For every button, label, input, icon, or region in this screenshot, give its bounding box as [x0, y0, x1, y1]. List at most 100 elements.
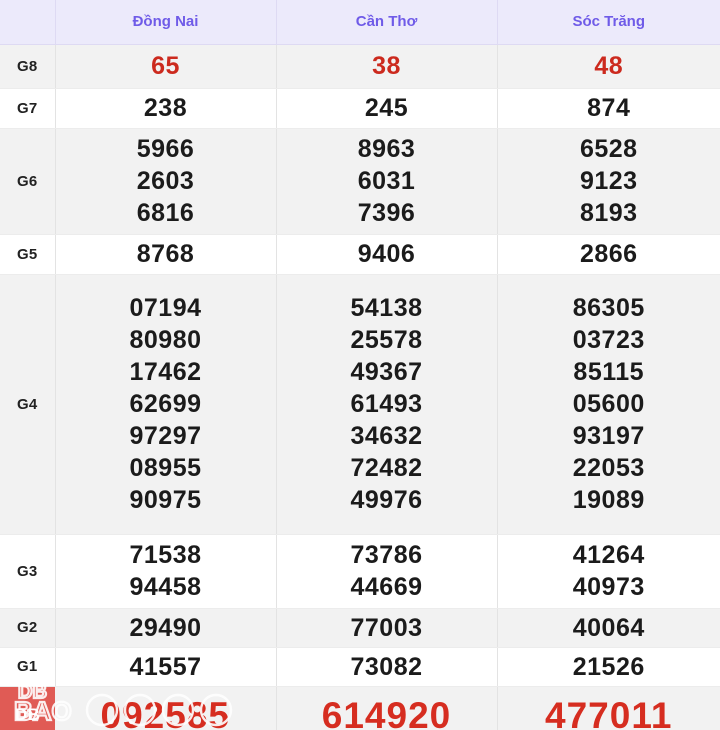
- prize-number: 29490: [129, 613, 202, 642]
- prize-number: 41264: [572, 541, 645, 569]
- prize-number: 9123: [579, 167, 638, 195]
- prize-label-g5: G5: [0, 234, 56, 275]
- prize-number: 6528: [579, 135, 638, 163]
- prize-number: 2866: [579, 240, 638, 268]
- table-row: DB 092585 614920 477011: [0, 686, 720, 730]
- prize-number: 08955: [129, 454, 202, 482]
- prize-number: 94458: [129, 573, 202, 601]
- table-header: Đồng Nai Cần Thơ Sóc Trăng: [0, 0, 720, 45]
- header-province-soc-trang[interactable]: Sóc Trăng: [497, 0, 720, 45]
- prize-numbers-g2-col1: 29490: [55, 608, 277, 648]
- prize-number: 25578: [350, 326, 423, 354]
- prize-number: 61493: [350, 390, 423, 418]
- prize-numbers-db-col3: 477011: [497, 686, 720, 730]
- prize-numbers-g2-col3: 40064: [497, 608, 720, 648]
- prize-number: 48: [594, 52, 624, 80]
- prize-numbers-g4-col1: 07194 80980 17462 62699 97297 08955 90975: [55, 274, 277, 535]
- prize-numbers-g7-col3: 874: [497, 88, 720, 129]
- prize-number: 72482: [350, 454, 423, 482]
- prize-number: 8768: [136, 240, 195, 268]
- prize-numbers-g2-col2: 77003: [276, 608, 498, 648]
- table-row: G4 07194 80980 17462 62699 97297 08955 90975 541…: [0, 274, 720, 535]
- prize-number: 22053: [572, 454, 645, 482]
- header-prize-column: [0, 0, 56, 45]
- prize-numbers-g6-col3: 6528 9123 8193: [497, 128, 720, 235]
- prize-number: 62699: [129, 390, 202, 418]
- prize-numbers-db-col1: 092585: [55, 686, 277, 730]
- prize-number: 80980: [129, 326, 202, 354]
- prize-number: 49976: [350, 486, 423, 514]
- prize-number: 092585: [100, 694, 230, 730]
- prize-number: 6816: [136, 199, 195, 227]
- prize-numbers-g7-col1: 238: [55, 88, 277, 129]
- prize-numbers-g3-col1: 71538 94458: [55, 534, 277, 609]
- prize-number: 874: [587, 94, 631, 122]
- prize-numbers-g8-col2: 38: [276, 44, 498, 89]
- prize-number: 97297: [129, 422, 202, 450]
- prize-number: 5966: [136, 135, 195, 163]
- prize-number: 77003: [350, 613, 423, 642]
- prize-numbers-db-col2: 614920: [276, 686, 498, 730]
- table-row: G5 8768 9406 2866: [0, 234, 720, 275]
- prize-number: 07194: [129, 294, 202, 322]
- table-row: G1 41557 73082 21526: [0, 647, 720, 687]
- prize-numbers-g5-col3: 2866: [497, 234, 720, 275]
- prize-number: 477011: [545, 694, 673, 730]
- prize-numbers-g3-col2: 73786 44669: [276, 534, 498, 609]
- table-row: G6 5966 2603 6816 8963 6031 7396 6528 9123 8193: [0, 128, 720, 235]
- prize-number: 54138: [350, 294, 423, 322]
- table-row: G8 65 38 48: [0, 44, 720, 89]
- prize-label-g4: G4: [0, 274, 56, 535]
- prize-number: 85115: [573, 358, 645, 386]
- prize-number: 71538: [129, 541, 202, 569]
- prize-number: 40064: [572, 613, 645, 642]
- prize-label-g6: G6: [0, 128, 56, 235]
- prize-number: 93197: [572, 422, 645, 450]
- prize-numbers-g6-col2: 8963 6031 7396: [276, 128, 498, 235]
- prize-numbers-g1-col2: 73082: [276, 647, 498, 687]
- prize-number: 8963: [357, 135, 416, 163]
- prize-numbers-g5-col1: 8768: [55, 234, 277, 275]
- prize-number: 34632: [350, 422, 423, 450]
- prize-number: 86305: [572, 294, 645, 322]
- prize-number: 40973: [572, 573, 645, 601]
- table-row: G3 71538 94458 73786 44669 41264 40973: [0, 534, 720, 609]
- prize-number: 05600: [572, 390, 645, 418]
- prize-number: 238: [143, 94, 188, 122]
- header-province-can-tho[interactable]: Cần Thơ: [276, 0, 498, 45]
- prize-label-g3: G3: [0, 534, 56, 609]
- prize-number: 8193: [579, 199, 638, 227]
- prize-number: 38: [372, 52, 401, 80]
- table-body: G8 65 38 48 G7 238 245 874 G6 5966 2603 6816 8963 603…: [0, 44, 720, 730]
- prize-number: 6031: [357, 167, 416, 195]
- prize-numbers-g4-col2: 54138 25578 49367 61493 34632 72482 49976: [276, 274, 498, 535]
- prize-number: 9406: [357, 240, 416, 268]
- table-row: G7 238 245 874: [0, 88, 720, 129]
- lottery-results-table: Đồng Nai Cần Thơ Sóc Trăng G8 65 38 48 G7 238…: [0, 0, 720, 730]
- prize-label-g1: G1: [0, 647, 56, 687]
- prize-number: 73082: [350, 652, 423, 681]
- prize-label-db: DB: [0, 686, 55, 730]
- prize-numbers-g4-col3: 86305 03723 85115 05600 93197 22053 19089: [497, 274, 720, 535]
- prize-numbers-g5-col2: 9406: [276, 234, 498, 275]
- header-province-dong-nai[interactable]: Đồng Nai: [55, 0, 277, 45]
- prize-number: 2603: [136, 167, 195, 195]
- prize-number: 41557: [129, 652, 202, 681]
- prize-label-g2: G2: [0, 608, 56, 648]
- prize-number: 7396: [357, 199, 416, 227]
- prize-number: 73786: [350, 541, 423, 569]
- prize-number: 49367: [350, 358, 423, 386]
- prize-numbers-g8-col1: 65: [55, 44, 277, 89]
- prize-label-g8: G8: [0, 44, 56, 89]
- prize-numbers-g3-col3: 41264 40973: [497, 534, 720, 609]
- prize-label-g7: G7: [0, 88, 56, 129]
- prize-number: 03723: [572, 326, 645, 354]
- prize-number: 245: [364, 94, 409, 122]
- prize-number: 44669: [350, 573, 423, 601]
- prize-numbers-g8-col3: 48: [497, 44, 720, 89]
- header-row: Đồng Nai Cần Thơ Sóc Trăng: [0, 0, 720, 45]
- prize-number: 17462: [129, 358, 202, 386]
- prize-numbers-g6-col1: 5966 2603 6816: [55, 128, 277, 235]
- table-row: G2 29490 77003 40064: [0, 608, 720, 648]
- prize-number: 21526: [572, 652, 645, 681]
